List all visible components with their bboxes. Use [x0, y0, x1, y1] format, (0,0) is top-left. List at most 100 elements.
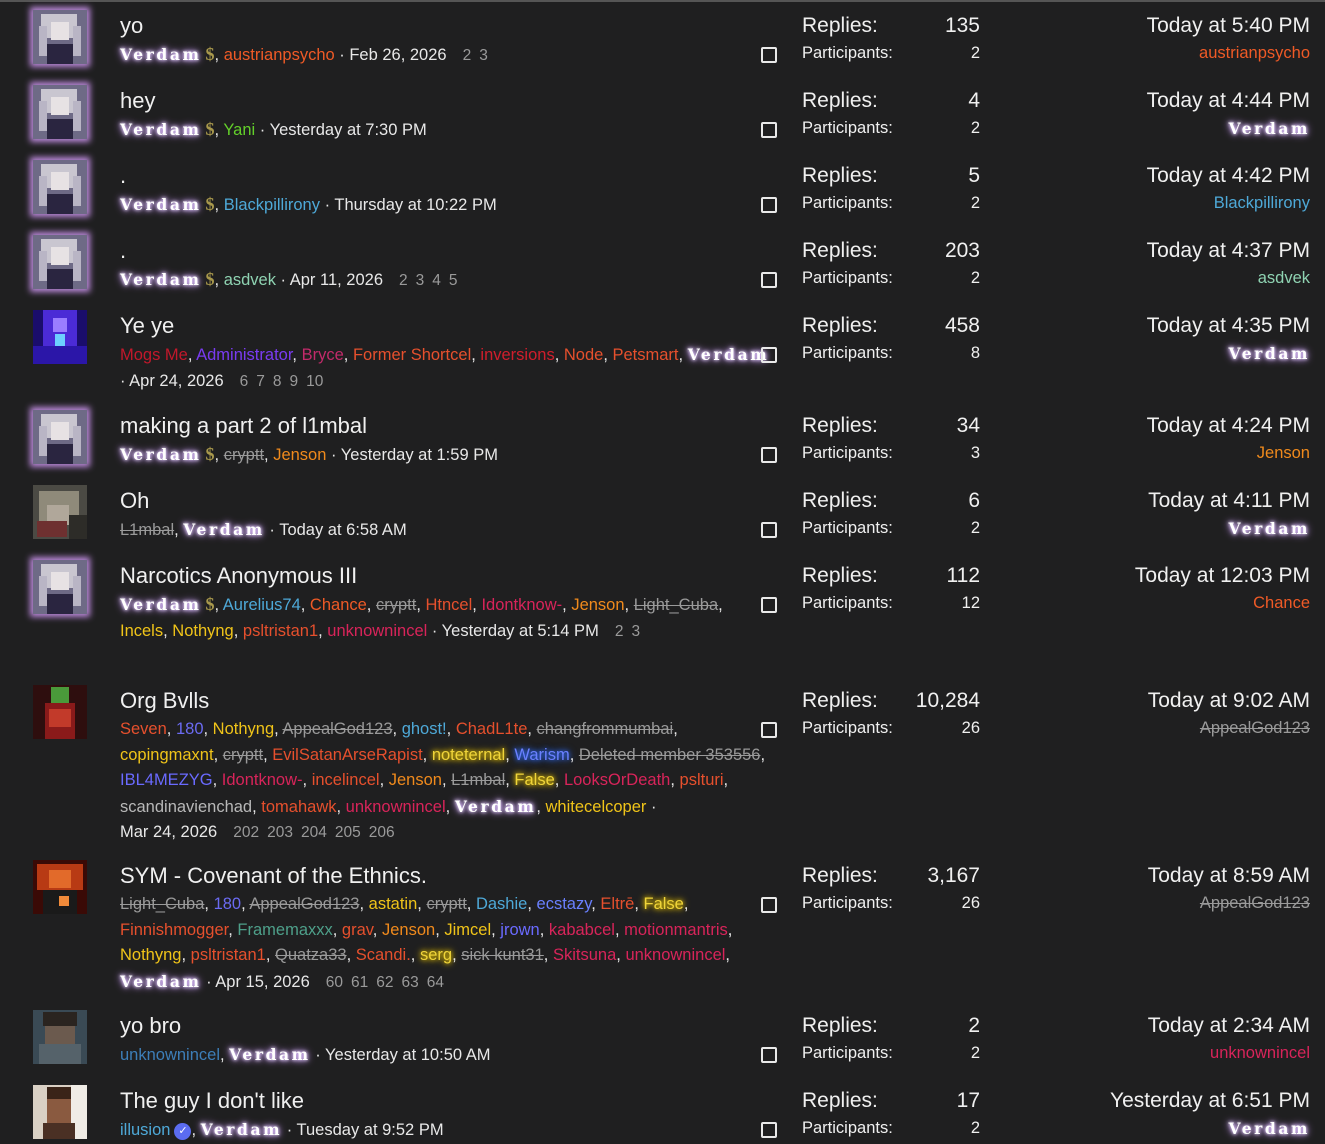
username-link[interactable]: grav [342, 921, 373, 939]
username-link[interactable]: Light_Cuba [634, 596, 718, 614]
username-link[interactable]: pslturi [680, 771, 724, 789]
thread-start-date[interactable]: Apr 11, 2026 [290, 271, 383, 289]
username-link[interactable]: unknownincel [346, 798, 446, 816]
last-post-time[interactable]: Today at 4:44 PM [1147, 89, 1310, 113]
select-thread-checkbox[interactable] [761, 47, 777, 63]
username-link[interactable]: Jimcel [444, 921, 491, 939]
username-link[interactable]: Deleted member 353556 [579, 746, 761, 764]
username-link[interactable]: Blackpillirony [224, 196, 320, 214]
username-link[interactable]: Nothyng [213, 720, 274, 738]
thread-start-date[interactable]: Thursday at 10:22 PM [334, 196, 496, 214]
username-link[interactable]: sick kunt31 [461, 946, 544, 964]
select-thread-checkbox[interactable] [761, 447, 777, 463]
thread-title[interactable]: making a part 2 of l1mbal [120, 413, 367, 439]
select-thread-checkbox[interactable] [761, 1122, 777, 1138]
username-link[interactable]: ChadL1te [456, 720, 528, 738]
thread-title[interactable]: yo bro [120, 1013, 181, 1039]
avatar[interactable] [33, 560, 87, 614]
username-link[interactable]: Verdam [120, 195, 202, 214]
avatar[interactable] [33, 310, 87, 364]
page-link[interactable]: 4 [432, 272, 441, 289]
username-link[interactable]: Nothyng [120, 946, 181, 964]
last-post-time[interactable]: Today at 4:42 PM [1147, 164, 1310, 188]
username-link[interactable]: Idontknow- [222, 771, 303, 789]
username-link[interactable]: cryptt [223, 746, 263, 764]
page-link[interactable]: 64 [427, 974, 444, 991]
last-post-user[interactable]: Verdam [1228, 519, 1310, 539]
page-link[interactable]: 63 [402, 974, 419, 991]
username-link[interactable]: Light_Cuba [120, 895, 204, 913]
username-link[interactable]: Verdam [229, 1045, 311, 1064]
avatar[interactable] [33, 410, 87, 464]
username-link[interactable]: Jenson [1257, 444, 1310, 462]
username-link[interactable]: Verdam [120, 270, 202, 289]
username-link[interactable]: psltristan1 [243, 622, 318, 640]
username-link[interactable]: Blackpillirony [1214, 194, 1310, 212]
username-link[interactable]: Verdam [455, 797, 537, 816]
username-link[interactable]: Verdam [120, 595, 202, 614]
username-link[interactable]: Administrator [196, 346, 292, 364]
username-link[interactable]: Verdam [120, 45, 202, 64]
username-link[interactable]: incelincel [312, 771, 380, 789]
username-link[interactable]: Petsmart [613, 346, 679, 364]
username-link[interactable]: Incels [120, 622, 163, 640]
username-link[interactable]: Mogs Me [120, 346, 188, 364]
username-link[interactable]: austrianpsycho [1199, 44, 1310, 62]
username-link[interactable]: copingmaxnt [120, 746, 214, 764]
username-link[interactable]: whitecelcoper [546, 798, 647, 816]
username-link[interactable]: Quatza33 [275, 946, 347, 964]
last-post-time[interactable]: Today at 8:59 AM [1148, 864, 1310, 888]
thread-start-date[interactable]: Apr 15, 2026 [215, 973, 310, 991]
username-link[interactable]: Chance [1253, 594, 1310, 612]
select-thread-checkbox[interactable] [761, 597, 777, 613]
username-link[interactable]: Jenson [389, 771, 442, 789]
username-link[interactable]: noteternal [432, 746, 505, 764]
select-thread-checkbox[interactable] [761, 122, 777, 138]
page-link[interactable]: 3 [479, 47, 488, 64]
select-thread-checkbox[interactable] [761, 1047, 777, 1063]
thread-title[interactable]: The guy I don't like [120, 1088, 304, 1114]
thread-title[interactable]: Narcotics Anonymous III [120, 563, 357, 589]
username-link[interactable]: Scandi. [356, 946, 411, 964]
avatar[interactable] [33, 235, 87, 289]
username-link[interactable]: Seven [120, 720, 167, 738]
select-thread-checkbox[interactable] [761, 272, 777, 288]
username-link[interactable]: Verdam [1228, 344, 1310, 363]
page-link[interactable]: 2 [463, 47, 472, 64]
username-link[interactable]: cryptt [426, 895, 466, 913]
username-link[interactable]: Framemaxxx [237, 921, 332, 939]
username-link[interactable]: False [644, 895, 684, 913]
username-link[interactable]: inversions [480, 346, 554, 364]
select-thread-checkbox[interactable] [761, 197, 777, 213]
username-link[interactable]: unknownincel [327, 622, 427, 640]
username-link[interactable]: changfrommumbai [537, 720, 674, 738]
username-link[interactable]: Htncel [425, 596, 472, 614]
page-link[interactable]: 5 [449, 272, 458, 289]
username-link[interactable]: L1mbal [451, 771, 505, 789]
username-link[interactable]: ecstazy [537, 895, 592, 913]
last-post-user[interactable]: unknownincel [1210, 1044, 1310, 1063]
last-post-time[interactable]: Today at 9:02 AM [1148, 689, 1310, 713]
username-link[interactable]: Verdam [120, 972, 202, 991]
username-link[interactable]: unknownincel [120, 1046, 220, 1064]
username-link[interactable]: asdvek [224, 271, 276, 289]
username-link[interactable]: Verdam [1228, 1119, 1310, 1138]
thread-start-date[interactable]: Today at 6:58 AM [279, 521, 407, 539]
avatar[interactable] [33, 85, 87, 139]
page-link[interactable]: 3 [631, 623, 640, 640]
username-link[interactable]: Yani [223, 121, 255, 139]
thread-title[interactable]: . [120, 163, 126, 189]
username-link[interactable]: Verdam [120, 120, 202, 139]
username-link[interactable]: Node [564, 346, 603, 364]
last-post-user[interactable]: austrianpsycho [1199, 44, 1310, 63]
username-link[interactable]: 180 [176, 720, 204, 738]
last-post-time[interactable]: Yesterday at 6:51 PM [1110, 1089, 1310, 1113]
username-link[interactable]: astatin [369, 895, 418, 913]
username-link[interactable]: False [514, 771, 554, 789]
last-post-time[interactable]: Today at 4:11 PM [1148, 489, 1310, 513]
avatar[interactable] [33, 1085, 87, 1139]
page-link[interactable]: 60 [326, 974, 343, 991]
username-link[interactable]: serg [420, 946, 452, 964]
last-post-user[interactable]: asdvek [1258, 269, 1310, 288]
username-link[interactable]: scandinavienchad [120, 798, 252, 816]
